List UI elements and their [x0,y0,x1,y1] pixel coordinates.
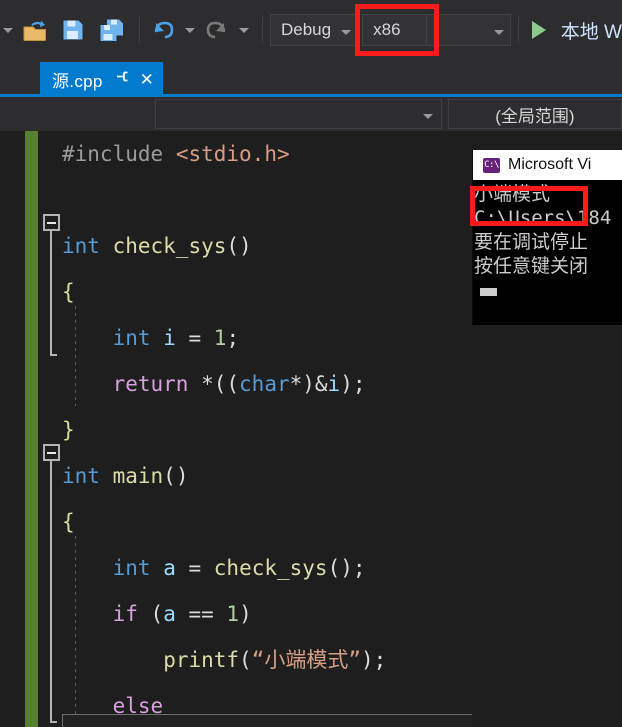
start-debugging-label[interactable]: 本地 W [561,17,622,44]
red-highlight-console-output [470,186,588,226]
code-token: else [112,694,164,718]
main-toolbar: Debug x86 本地 W [0,0,622,60]
code-line[interactable]: { [62,499,75,545]
code-line[interactable]: { [62,269,75,315]
code-line[interactable]: printf(“大端模式”); [62,719,386,727]
code-token: i [163,326,176,350]
pin-icon[interactable] [115,69,130,89]
code-token: check_sys [112,234,227,258]
run-play-icon[interactable] [526,21,552,39]
code-token: int [62,234,100,258]
console-line: 按任意键关闭 [474,255,589,277]
console-window[interactable]: C:\ Microsoft Vi 小端模式 C:\Users\184 要在调试停止按… [472,150,622,325]
code-token: ( [137,602,164,626]
code-token: a [163,602,176,626]
code-line[interactable]: int check_sys() [62,223,252,269]
code-token: () [226,234,252,258]
code-line[interactable]: int main() [62,453,188,499]
code-line[interactable]: return *((char*)&i); [62,361,366,407]
chevron-down-icon-3 [415,104,433,124]
console-title-text: Microsoft Vi [508,156,592,173]
code-token: () [163,464,189,488]
red-highlight-x86 [355,4,439,56]
code-token: main [112,464,164,488]
code-token: { [62,510,75,534]
undo-icon[interactable] [147,19,179,41]
undo-dropdown-caret-icon[interactable] [179,27,201,33]
toolbar-extra-combo[interactable] [427,14,511,46]
code-line[interactable]: if (a == 1) [62,591,252,637]
code-token: ); [340,372,366,396]
redo-dropdown-caret-icon[interactable] [233,27,255,33]
console-cursor [480,288,497,296]
code-line[interactable]: int a = check_sys(); [62,545,366,591]
code-token: ( [239,648,252,672]
code-token: <stdio.h> [175,142,290,166]
save-all-icon[interactable] [92,18,132,43]
tab-source-cpp[interactable]: 源.cpp ✕ [40,62,163,96]
document-tab-strip: 源.cpp ✕ [0,60,622,96]
editor-navigation-bar: (全局范围) [0,97,622,131]
code-token: int [112,556,151,580]
code-token: a [163,556,176,580]
console-title-bar[interactable]: C:\ Microsoft Vi [473,150,622,180]
console-backdrop [472,325,622,727]
code-token: = [175,326,214,350]
code-token: *(( [188,372,240,396]
code-line[interactable]: int i = 1; [62,315,240,361]
console-line: 要在调试停止 [474,231,589,253]
redo-icon[interactable] [201,19,233,41]
dropdown-caret-icon[interactable] [0,27,16,33]
code-token: ); [361,648,387,672]
code-token: if [112,602,138,626]
code-token: char [239,372,290,396]
code-token: i [327,372,341,396]
navbar-scope-value: (全局范围) [495,106,575,126]
code-token: int [112,326,151,350]
cmd-prompt-icon: C:\ [483,157,500,173]
code-token: 1 [213,326,227,350]
code-token: int [62,464,100,488]
code-token: ; [226,326,240,350]
solution-configuration-combo[interactable]: Debug [270,14,359,46]
visual-studio-window: Debug x86 本地 W 源.cpp ✕ (全局范围) #include <… [0,0,622,727]
chevron-down-icon [331,20,352,40]
code-line[interactable]: #include <stdio.h> [62,131,290,177]
code-token: check_sys [213,556,328,580]
code-token: (); [327,556,366,580]
close-icon[interactable]: ✕ [140,71,154,88]
code-token: return [112,372,189,396]
solution-configuration-value: Debug [281,20,332,39]
code-token: *)& [289,372,328,396]
code-token: { [62,280,75,304]
code-line[interactable]: printf(“小端模式”); [62,637,386,683]
toolbar-separator-1 [139,17,140,43]
navbar-scope-combo[interactable]: (全局范围) [447,99,622,129]
code-token: “小端模式” [251,648,361,672]
code-token: #include [62,142,164,166]
code-token: ) [239,602,252,626]
navbar-project-combo[interactable] [155,99,442,129]
save-icon[interactable] [54,18,92,42]
open-folder-icon[interactable] [16,17,54,43]
code-line[interactable]: } [62,407,75,453]
code-token: } [62,418,75,442]
tab-title: 源.cpp [52,71,103,91]
toolbar-separator-3 [517,17,519,43]
code-token: = [175,556,214,580]
toolbar-separator-2 [262,17,263,43]
code-token: 1 [226,602,240,626]
code-token: printf [163,648,240,672]
chevron-down-icon-2 [484,20,504,40]
code-token: == [175,602,227,626]
